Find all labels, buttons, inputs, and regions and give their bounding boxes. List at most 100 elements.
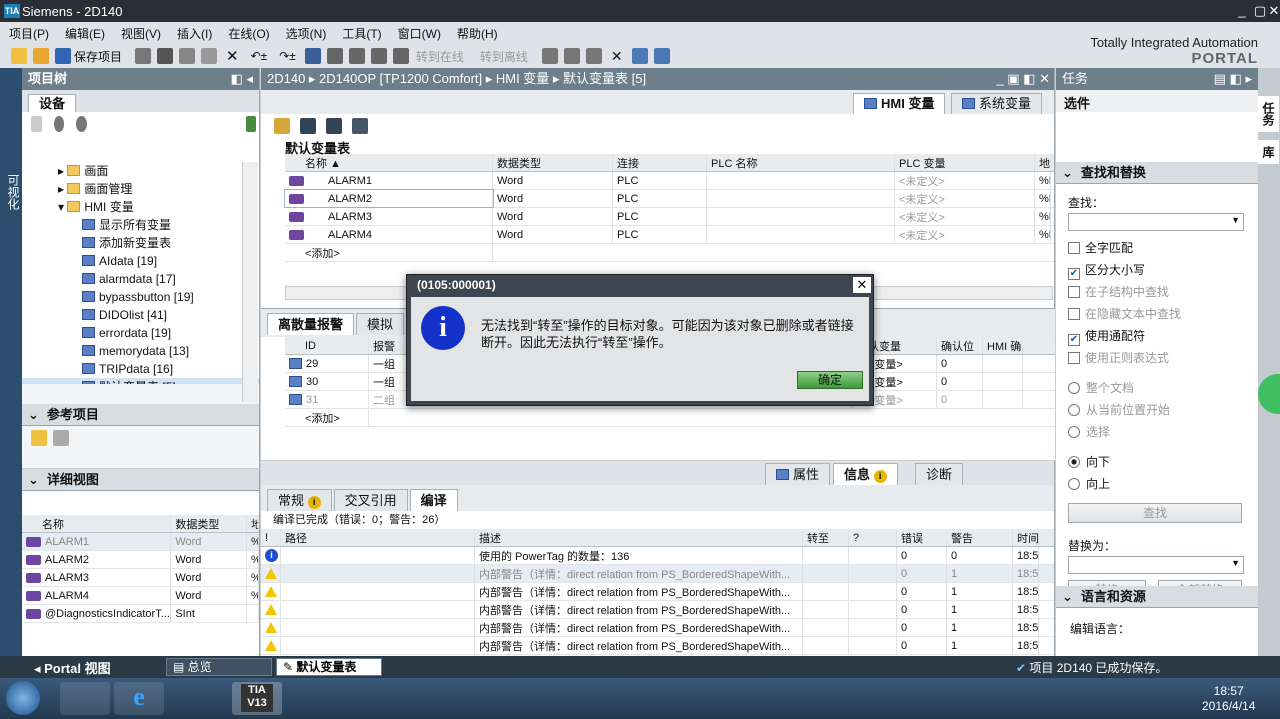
col-goto[interactable]: 转至: [803, 529, 849, 546]
menu-tools[interactable]: 工具(T): [342, 25, 381, 42]
tag-cell[interactable]: ALARM3: [285, 208, 493, 225]
cross-ref-icon[interactable]: [563, 48, 580, 64]
ie-taskbar-icon[interactable]: e: [114, 682, 164, 715]
compile-row[interactable]: 内部警告（详情：direct relation from PS_Bordered…: [261, 565, 1054, 583]
close-reference-icon[interactable]: [53, 430, 69, 446]
menu-view[interactable]: 视图(V): [121, 25, 161, 42]
tree-item[interactable]: ▸ 画面: [22, 162, 259, 180]
open-editor-tab[interactable]: ✎ 默认变量表: [276, 658, 382, 676]
new-folder-icon[interactable]: [31, 116, 42, 132]
option-radio[interactable]: 向下: [1068, 453, 1246, 475]
download-icon[interactable]: [326, 48, 343, 64]
col-errors[interactable]: 错误: [897, 529, 947, 546]
delete-icon[interactable]: ✕: [226, 47, 239, 65]
qq-taskbar-icon[interactable]: [176, 682, 226, 715]
open-project-icon[interactable]: [33, 48, 49, 64]
undo-icon[interactable]: ↶±: [251, 49, 268, 63]
compile-row[interactable]: 内部警告（详情：direct relation from PS_Bordered…: [261, 619, 1054, 637]
split-vertical-icon[interactable]: [653, 48, 670, 64]
col-description[interactable]: 描述: [475, 529, 803, 546]
dialog-close-icon[interactable]: ✕: [853, 277, 871, 293]
menu-help[interactable]: 帮助(H): [457, 25, 498, 42]
option-radio[interactable]: 向上: [1068, 475, 1246, 497]
accessible-devices-icon[interactable]: [541, 48, 558, 64]
expand-arrow-icon[interactable]: ▸: [58, 164, 67, 178]
col-datatype[interactable]: 数据类型: [493, 154, 613, 171]
monitor-icon[interactable]: [352, 118, 368, 134]
checked-icon[interactable]: ✔: [1068, 268, 1080, 280]
tree-scrollbar[interactable]: [242, 162, 258, 402]
find-button[interactable]: 查找: [1068, 503, 1242, 523]
tia-taskbar-icon[interactable]: TIA V13: [232, 682, 282, 715]
back-icon[interactable]: [53, 116, 64, 132]
tag-cell[interactable]: ALARM4: [285, 226, 493, 243]
save-icon[interactable]: [55, 48, 71, 64]
compile-row[interactable]: 内部警告（详情：direct relation from PS_Bordered…: [261, 637, 1054, 655]
menu-project[interactable]: 项目(P): [9, 25, 49, 42]
side-tab-tasks[interactable]: 任务: [1258, 96, 1279, 132]
detail-row[interactable]: @DiagnosticsIndicatorT... SInt: [22, 605, 259, 623]
radio-selected-icon[interactable]: [1068, 456, 1080, 468]
option-checkbox[interactable]: 在子结构中查找: [1068, 283, 1246, 305]
open-reference-icon[interactable]: [31, 430, 47, 446]
redo-icon[interactable]: ↷±: [279, 49, 296, 63]
portal-view-button[interactable]: ◂ Portal 视图: [0, 658, 160, 677]
detail-col-type[interactable]: 数据类型: [171, 515, 248, 532]
split-horizontal-icon[interactable]: [631, 48, 648, 64]
option-checkbox[interactable]: 使用正则表达式: [1068, 349, 1246, 371]
tree-item[interactable]: errordata [19]: [22, 324, 259, 342]
tab-properties[interactable]: 属性: [765, 463, 831, 485]
find-input[interactable]: ▼: [1068, 213, 1244, 231]
copy-icon[interactable]: [179, 48, 196, 64]
compile-row[interactable]: i 使用的 PowerTag 的数量：136 0 0 18:5: [261, 547, 1054, 565]
col-help[interactable]: ?: [849, 529, 897, 546]
tab-cross-reference[interactable]: 交叉引用: [333, 489, 408, 511]
tree-item[interactable]: 显示所有变量: [22, 216, 259, 234]
new-project-icon[interactable]: [11, 48, 27, 64]
col-severity[interactable]: !: [261, 529, 281, 546]
checked-icon[interactable]: ✔: [1068, 334, 1080, 346]
overview-button[interactable]: ▤ 总览: [166, 658, 272, 676]
chevron-down-icon[interactable]: ⌄: [28, 469, 39, 491]
col-plc-tag[interactable]: PLC 变量: [895, 154, 1035, 171]
replace-input[interactable]: ▼: [1068, 556, 1244, 574]
detail-col-name[interactable]: 名称: [22, 515, 172, 532]
compile-icon[interactable]: [304, 48, 321, 64]
clock[interactable]: 18:57 2016/4/14: [1202, 684, 1255, 714]
option-checkbox[interactable]: ✔ 使用通配符: [1068, 327, 1246, 349]
col-address[interactable]: 地址: [1035, 154, 1051, 171]
option-checkbox[interactable]: ✔ 区分大小写: [1068, 261, 1246, 283]
close-icon[interactable]: ✕: [1264, 2, 1280, 20]
menu-insert[interactable]: 插入(I): [177, 25, 212, 42]
radio-icon[interactable]: [1068, 426, 1080, 438]
paste-icon[interactable]: [201, 48, 218, 64]
menu-window[interactable]: 窗口(W): [398, 25, 441, 42]
tab-analog-alarms[interactable]: 模拟: [356, 313, 405, 335]
tab-system-tags[interactable]: 系统变量: [951, 93, 1043, 114]
tag-row[interactable]: ALARM3 Word PLC <未定义> %M: [285, 208, 1054, 226]
tree-item[interactable]: TRIPdata [16]: [22, 360, 259, 378]
add-tag-icon[interactable]: [274, 118, 290, 134]
tag-row[interactable]: ALARM1 Word PLC <未定义> %M: [285, 172, 1054, 190]
export-icon[interactable]: [300, 118, 316, 134]
visualization-strip[interactable]: 可视化: [0, 68, 22, 656]
tree-item[interactable]: 默认变量表 [5]: [22, 378, 259, 384]
upload-icon[interactable]: [348, 48, 365, 64]
detail-row[interactable]: ALARM4 Word%: [22, 587, 259, 605]
tag-cell[interactable]: ALARM1: [285, 172, 493, 189]
menu-options[interactable]: 选项(N): [286, 25, 327, 42]
add-tag-row[interactable]: <添加>: [285, 244, 1054, 262]
split-editor-icon[interactable]: [585, 48, 602, 64]
simulate-icon[interactable]: [370, 48, 387, 64]
save-project-button[interactable]: 保存项目: [74, 48, 122, 65]
detail-row[interactable]: ALARM1 Word%: [22, 533, 259, 551]
app-taskbar-icon[interactable]: [288, 682, 338, 715]
start-sim-icon[interactable]: [392, 48, 409, 64]
cut-icon[interactable]: [157, 48, 174, 64]
minimize-icon[interactable]: _: [1232, 2, 1252, 20]
col-id[interactable]: ID: [285, 337, 369, 354]
forward-icon[interactable]: [76, 116, 87, 132]
import-icon[interactable]: [326, 118, 342, 134]
tab-diagnostics[interactable]: 诊断: [915, 463, 964, 485]
col-connection[interactable]: 连接: [613, 154, 707, 171]
